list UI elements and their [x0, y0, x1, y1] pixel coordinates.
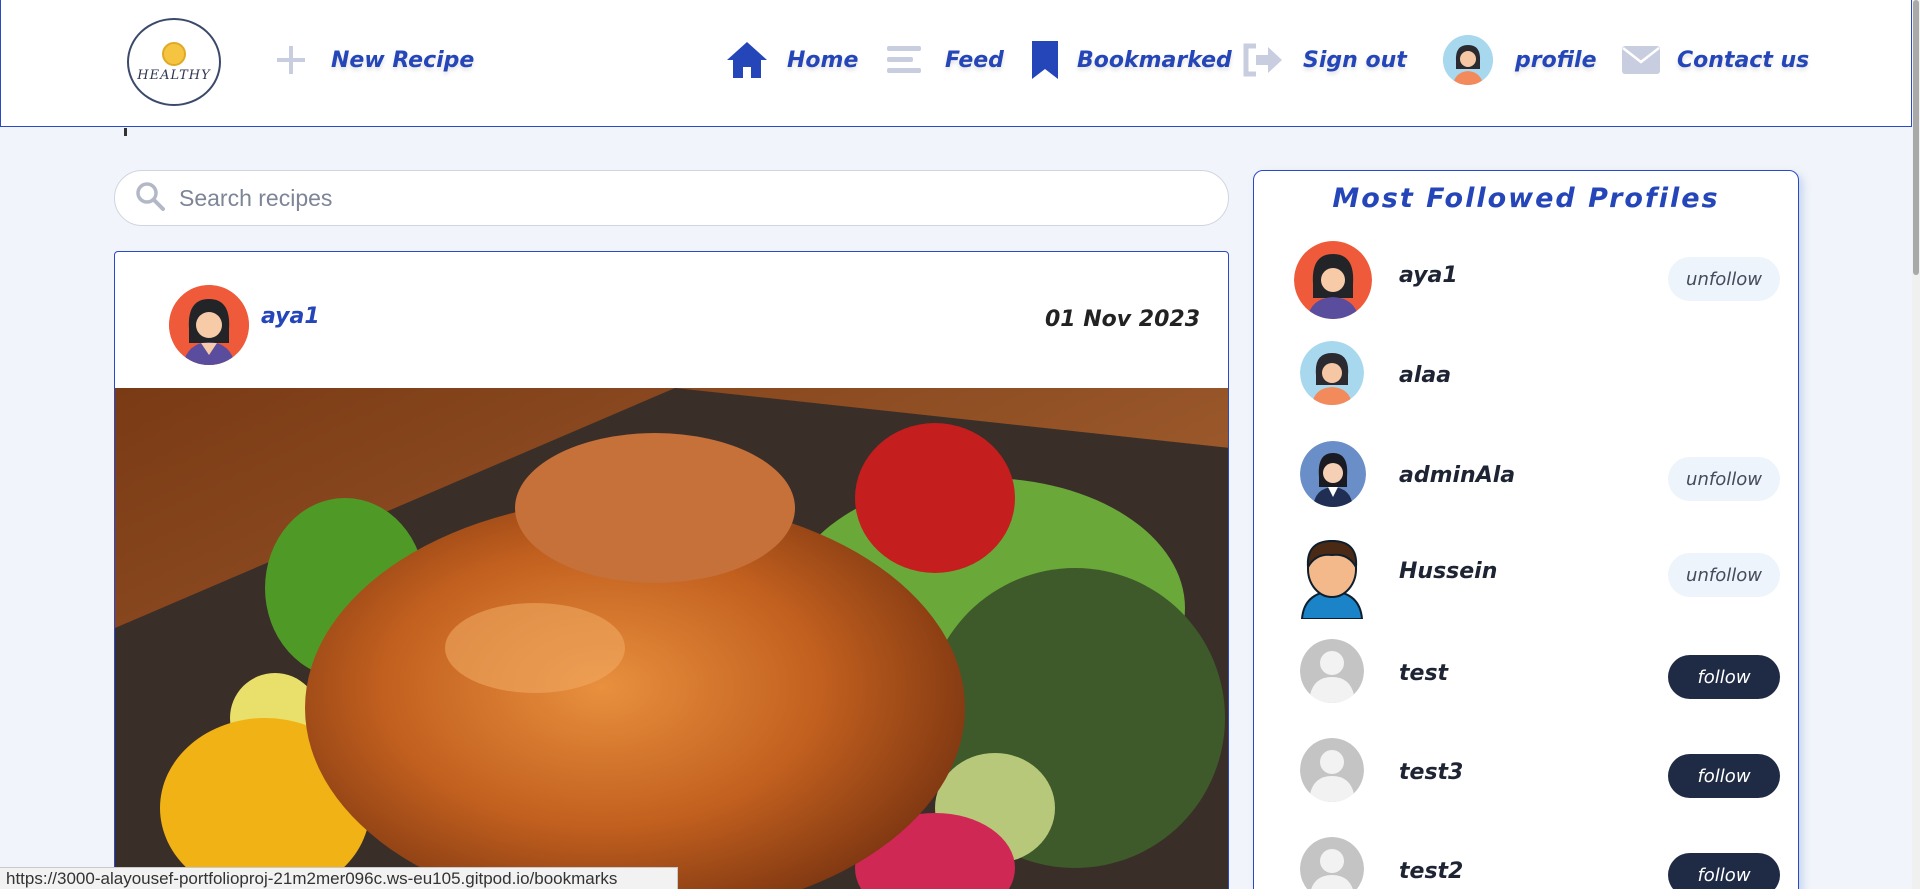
browser-status-url: https://3000-alayousef-portfolioproj-21m… — [0, 867, 678, 889]
avatar[interactable] — [1296, 537, 1368, 619]
sign-out-icon — [1241, 38, 1285, 82]
lemon-icon — [162, 41, 186, 66]
search-input[interactable] — [179, 184, 1179, 212]
profile-name[interactable]: adminAla — [1399, 463, 1515, 488]
nav-contact-us-label: Contact us — [1677, 47, 1810, 73]
envelope-icon — [1619, 38, 1663, 82]
profile-row: test2 follow — [1254, 837, 1798, 889]
avatar[interactable] — [1300, 341, 1364, 405]
logo[interactable]: HEALTHY — [127, 18, 221, 106]
new-recipe-label: New Recipe — [331, 47, 475, 73]
plus-icon — [269, 38, 313, 82]
home-icon — [725, 38, 769, 82]
nav-sign-out[interactable]: Sign out — [1241, 38, 1407, 82]
logo-text: HEALTHY — [137, 67, 211, 83]
new-recipe-link[interactable]: New Recipe — [269, 38, 474, 82]
page-scrollbar[interactable] — [1912, 0, 1920, 889]
unfollow-button[interactable]: unfollow — [1668, 553, 1780, 597]
nav-sign-out-label: Sign out — [1303, 47, 1407, 73]
profile-row: alaa — [1254, 341, 1798, 421]
nav-feed[interactable]: Feed — [883, 38, 1004, 82]
profile-row: test3 follow — [1254, 738, 1798, 818]
follow-button[interactable]: follow — [1668, 655, 1780, 699]
default-avatar-icon[interactable] — [1300, 837, 1364, 889]
post-author-name[interactable]: aya1 — [261, 304, 320, 329]
sidebar-title: Most Followed Profiles — [1332, 183, 1720, 214]
feed-icon — [883, 38, 927, 82]
profile-name[interactable]: test2 — [1399, 859, 1463, 884]
avatar — [1443, 35, 1493, 85]
profile-row: Hussein unfollow — [1254, 537, 1798, 619]
nav-profile-label: profile — [1515, 47, 1597, 73]
bookmark-icon — [1023, 38, 1067, 82]
search-icon — [135, 181, 165, 215]
profile-name[interactable]: Hussein — [1399, 559, 1497, 584]
search-bar[interactable] — [114, 170, 1229, 226]
recipe-image[interactable] — [115, 388, 1228, 889]
profile-row: test follow — [1254, 639, 1798, 719]
default-avatar-icon[interactable] — [1300, 738, 1364, 802]
unfollow-button[interactable]: unfollow — [1668, 257, 1780, 301]
follow-button[interactable]: follow — [1668, 754, 1780, 798]
profile-name[interactable]: aya1 — [1399, 263, 1458, 288]
profile-row: aya1 unfollow — [1254, 241, 1798, 321]
default-avatar-icon[interactable] — [1300, 639, 1364, 703]
avatar[interactable] — [1294, 241, 1372, 319]
scrollbar-thumb[interactable] — [1913, 0, 1919, 275]
post-author-avatar[interactable] — [169, 285, 249, 365]
profile-name[interactable]: alaa — [1399, 363, 1451, 388]
divider — [124, 128, 127, 136]
follow-button[interactable]: follow — [1668, 853, 1780, 889]
nav-home[interactable]: Home — [725, 38, 858, 82]
nav-home-label: Home — [787, 47, 859, 73]
top-navbar: HEALTHY New Recipe Home Feed Bookmarked … — [0, 0, 1912, 127]
nav-profile[interactable]: profile — [1443, 35, 1597, 85]
unfollow-button[interactable]: unfollow — [1668, 457, 1780, 501]
nav-contact-us[interactable]: Contact us — [1619, 38, 1809, 82]
post-date: 01 Nov 2023 — [1044, 307, 1200, 332]
nav-bookmarked-label: Bookmarked — [1077, 47, 1232, 73]
nav-feed-label: Feed — [945, 47, 1004, 73]
profile-name[interactable]: test — [1399, 661, 1448, 686]
most-followed-profiles-panel: Most Followed Profiles aya1 unfollow ala… — [1253, 170, 1799, 889]
nav-bookmarked[interactable]: Bookmarked — [1023, 38, 1232, 82]
profile-name[interactable]: test3 — [1399, 760, 1463, 785]
recipe-post-card[interactable]: aya1 01 Nov 2023 — [114, 251, 1229, 889]
profile-row: adminAla unfollow — [1254, 441, 1798, 521]
avatar[interactable] — [1300, 441, 1366, 507]
